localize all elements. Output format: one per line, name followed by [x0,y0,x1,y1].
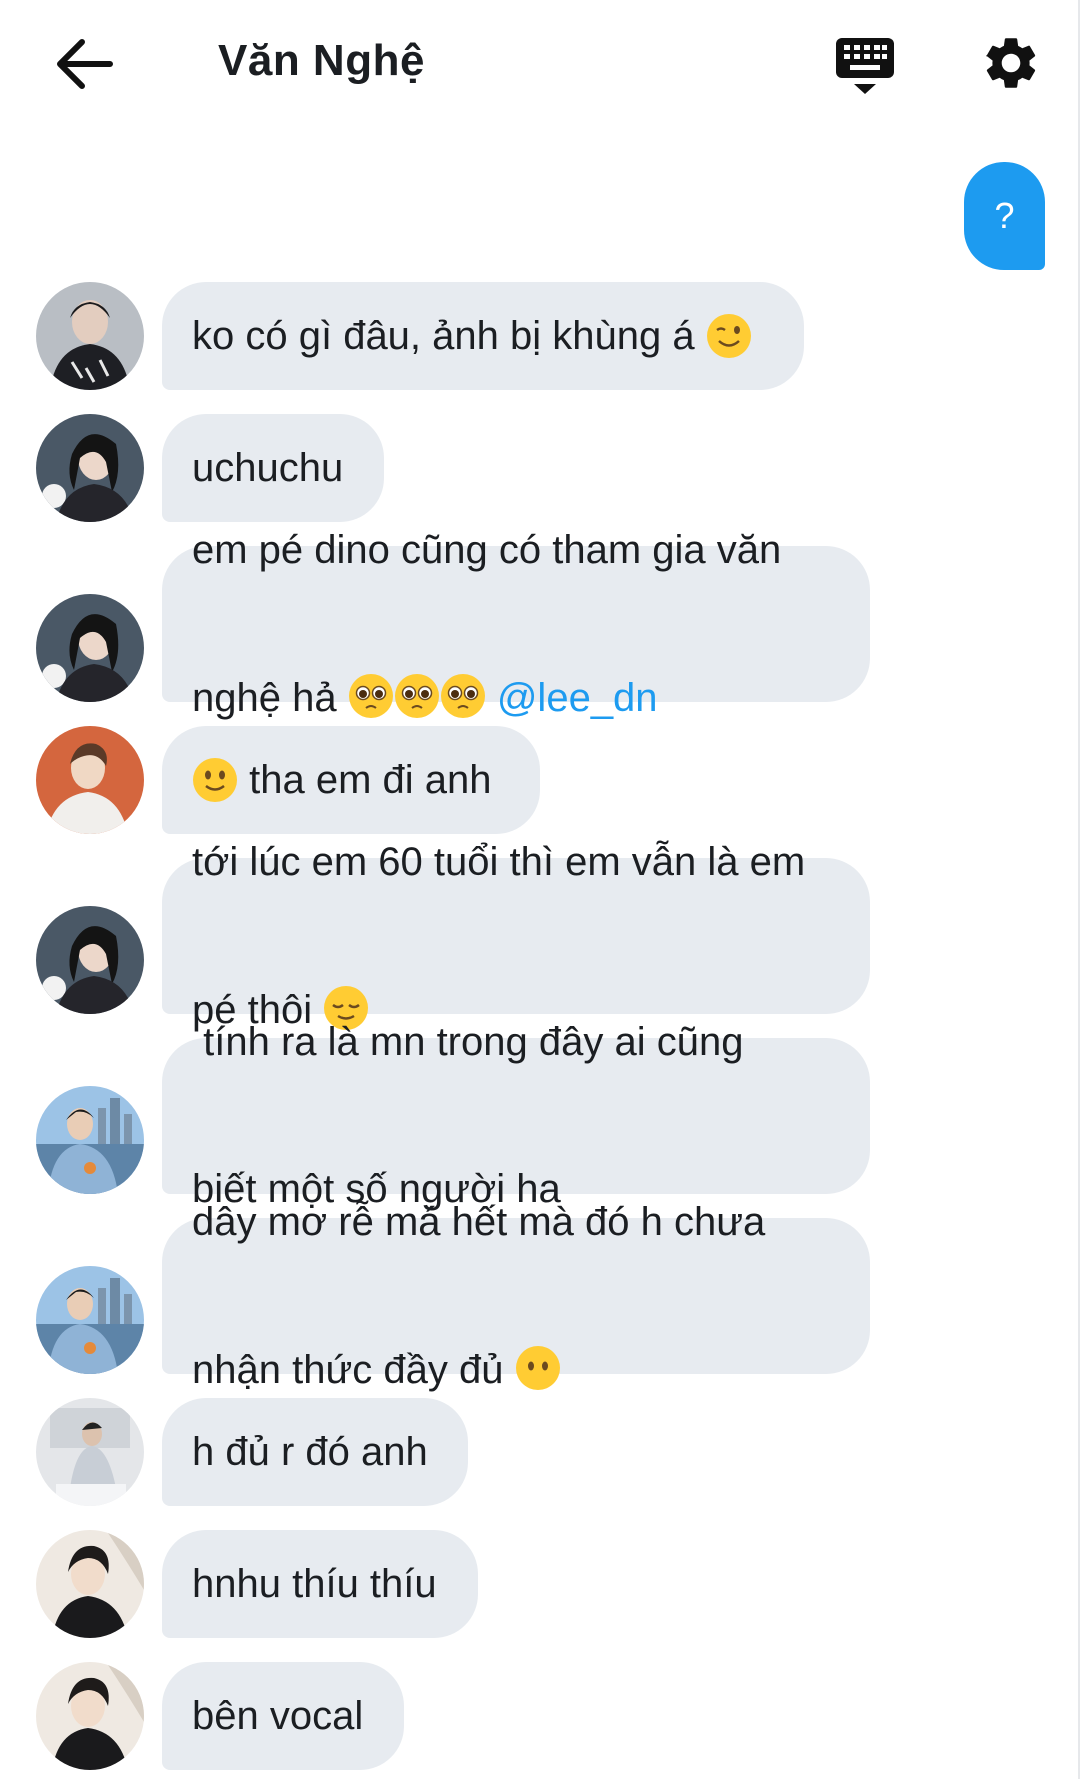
face-without-mouth-emoji-icon [515,1345,560,1390]
avatar[interactable] [36,282,144,390]
winking-face-emoji-icon [706,314,751,358]
avatar[interactable] [36,1266,144,1374]
message-bubble[interactable]: h đủ r đó anh [162,1398,468,1506]
own-message-bubble[interactable]: ? [964,162,1045,270]
gear-icon [986,38,1036,88]
avatar[interactable] [36,906,144,1014]
chat-header: Văn Nghệ [0,0,1080,130]
message-bubble[interactable]: ko có gì đâu, ảnh bị khùng á [162,282,804,390]
avatar[interactable] [36,594,144,702]
message-text: h đủ r đó anh [192,1429,428,1474]
keyboard-button[interactable] [832,34,898,98]
message-text-line: tính ra là mn trong đây ai cũng [192,1020,744,1064]
message-bubble[interactable]: dây mơ rễ má hết mà đó h chưa nhận thức … [162,1200,870,1392]
message-bubble[interactable]: hnhu thíu thíu [162,1530,478,1638]
message-text: hnhu thíu thíu [192,1561,437,1606]
avatar[interactable] [36,1398,144,1506]
avatar[interactable] [36,1086,144,1194]
message-text: bên vocal [192,1693,364,1738]
avatar[interactable] [36,726,144,834]
pleading-face-emoji-icon [348,673,393,718]
message-text-line: nhận thức đầy đủ [192,1347,515,1392]
avatar[interactable] [36,414,144,522]
settings-button[interactable] [980,32,1042,94]
message-text-line: dây mơ rễ má hết mà đó h chưa [192,1199,766,1244]
avatar[interactable] [36,1530,144,1638]
user-mention-link[interactable]: @lee_dn [497,676,658,720]
message-text-line: tới lúc em 60 tuổi thì em vẫn là em [192,839,806,884]
back-button[interactable] [52,34,122,94]
arrow-left-icon [57,39,113,89]
keyboard-icon [836,38,894,94]
avatar[interactable] [36,1662,144,1770]
message-text-line: nghệ hả [192,675,348,720]
pleading-face-emoji-icon [440,673,485,718]
message-bubble[interactable]: em pé dino cũng có tham gia văn nghệ hả … [162,528,870,720]
message-text-line: em pé dino cũng có tham gia văn [192,527,782,572]
message-bubble[interactable]: bên vocal [162,1662,404,1770]
page-title: Văn Nghệ [218,36,425,85]
message-text: ko có gì đâu, ảnh bị khùng á [192,313,706,358]
pleading-face-emoji-icon [394,673,439,718]
